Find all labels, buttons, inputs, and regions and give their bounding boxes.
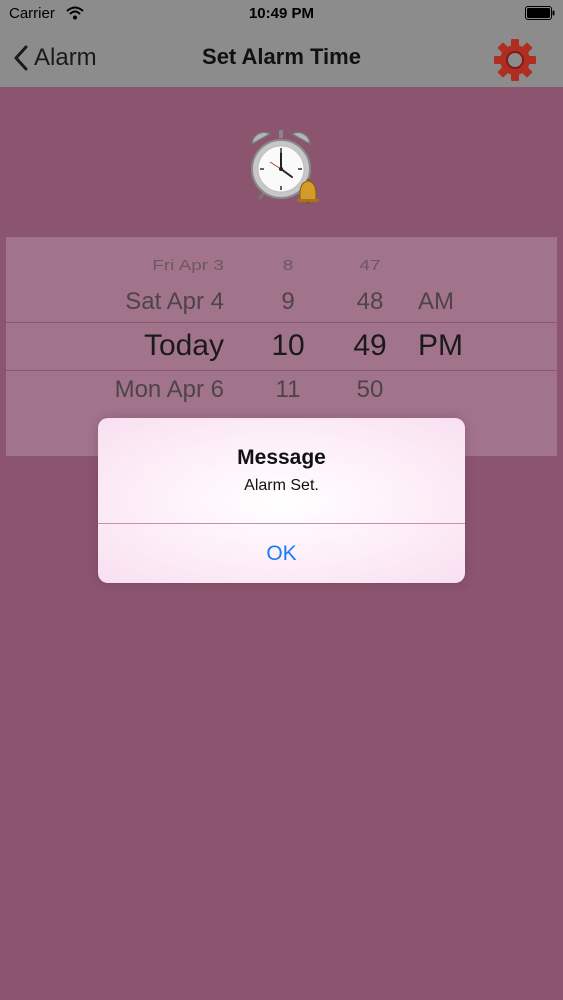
picker-minute: 49: [353, 329, 387, 362]
picker-date: Today: [143, 329, 224, 362]
selection-divider-top: [6, 322, 557, 323]
alarm-clock-icon: [251, 130, 319, 204]
status-bar: Carrier 10:49 PM: [0, 0, 563, 28]
picker-ampm: PM: [418, 329, 463, 362]
picker-minute: 47: [359, 257, 381, 274]
ok-button[interactable]: OK: [98, 524, 465, 583]
picker-date: Mon Apr 6: [114, 376, 224, 403]
picker-hour: 9: [281, 288, 295, 315]
alert-dialog: Message Alarm Set. OK: [98, 418, 465, 583]
navigation-bar: Alarm Set Alarm Time: [0, 28, 563, 87]
alert-message: Alarm Set.: [244, 477, 319, 494]
picker-hour: 10: [271, 329, 305, 362]
picker-ampm: AM: [418, 288, 454, 315]
picker-hour: 8: [282, 257, 294, 274]
picker-date: Sat Apr 4: [125, 288, 224, 315]
picker-date: Fri Apr 3: [152, 257, 224, 274]
gear-icon[interactable]: [493, 38, 537, 82]
battery-icon: [525, 6, 555, 20]
picker-hour: 11: [275, 376, 301, 403]
picker-minute: 48: [356, 288, 384, 315]
status-time: 10:49 PM: [248, 5, 315, 22]
alert-title: Message: [237, 446, 326, 469]
selection-divider-bottom: [6, 370, 557, 371]
picker-minute: 50: [356, 376, 384, 403]
page-title: Set Alarm Time: [202, 44, 361, 69]
